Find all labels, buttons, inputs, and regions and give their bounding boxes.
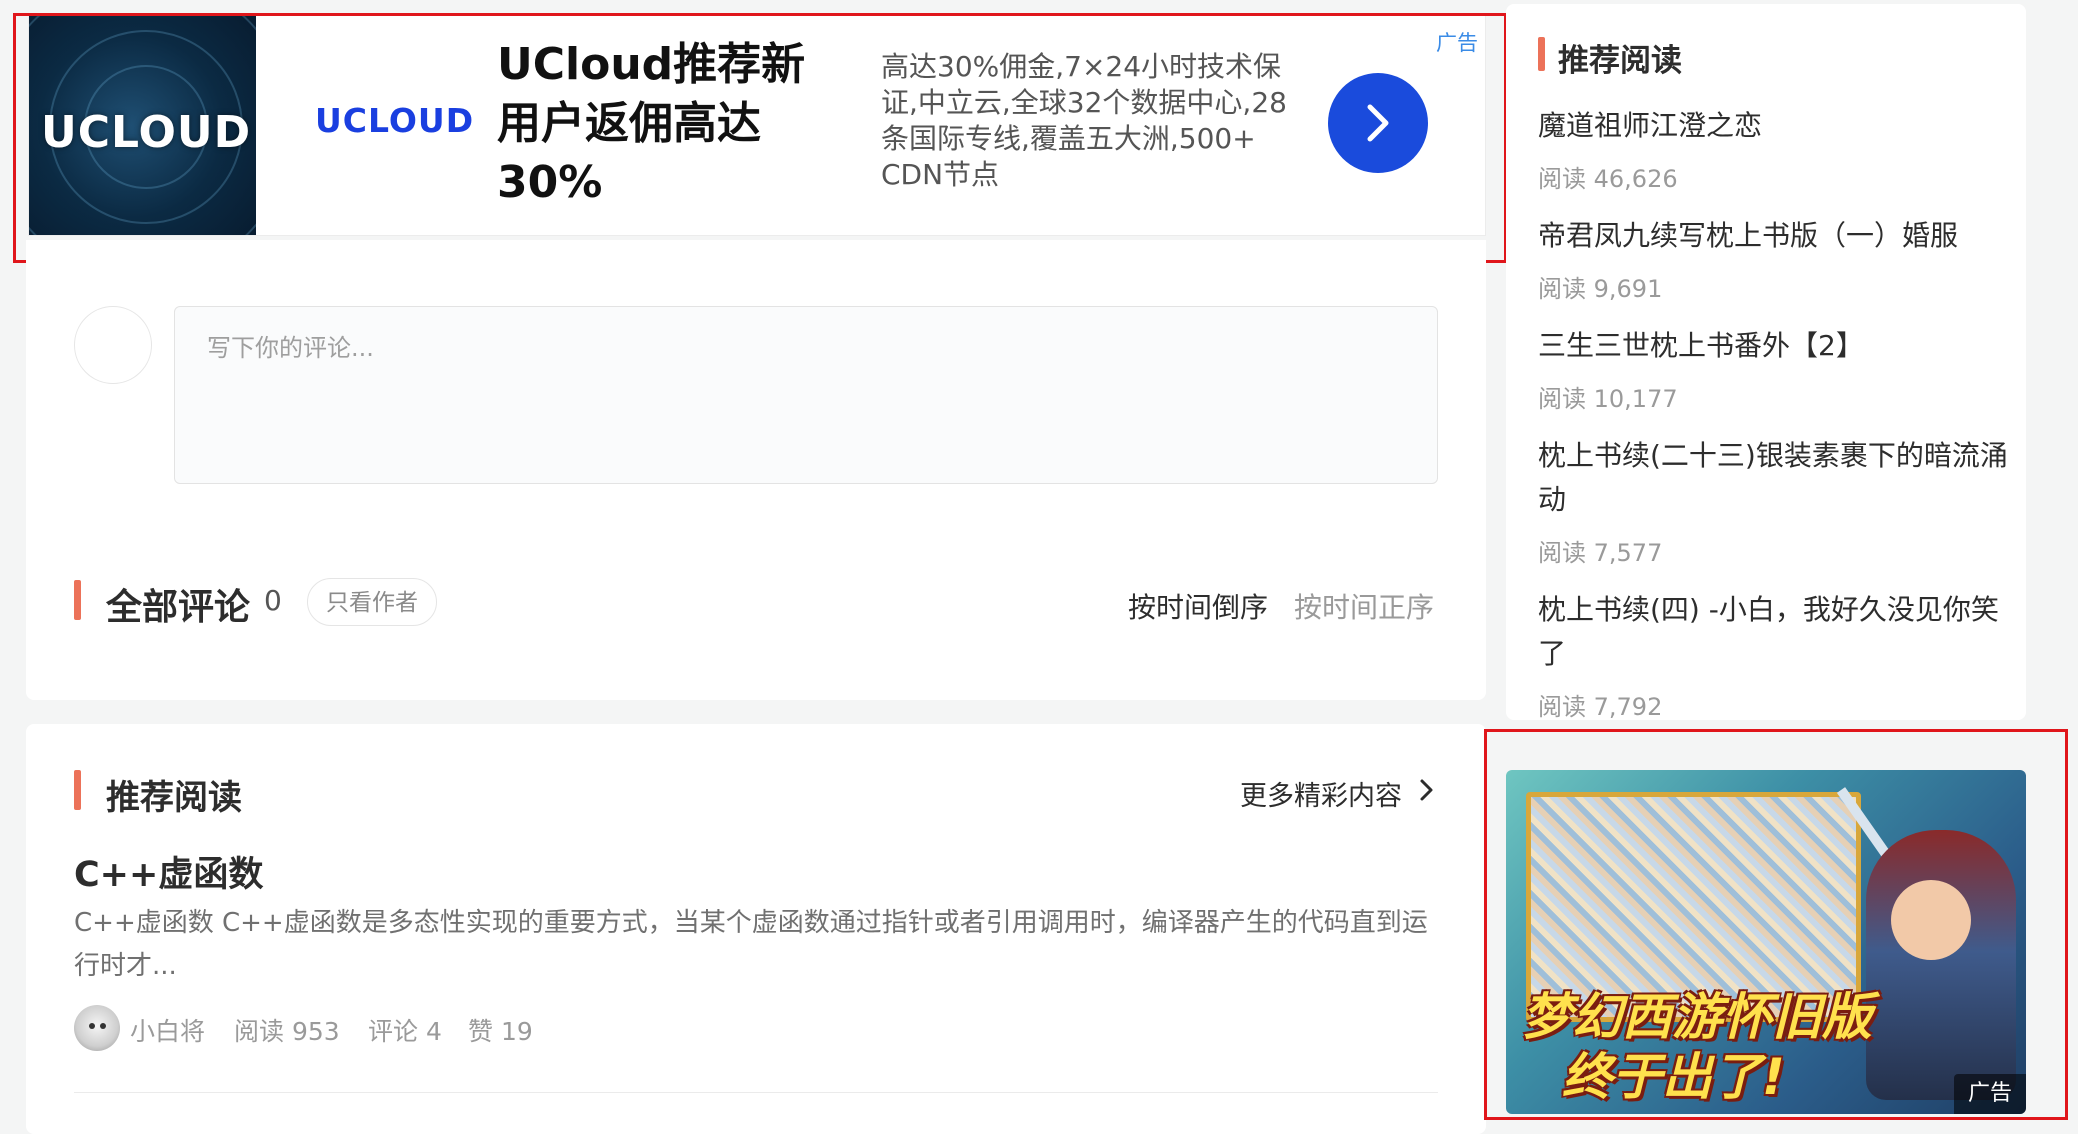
sidebar-item-meta: 阅读 7,577	[1538, 539, 1663, 567]
recommend-title: 推荐阅读	[106, 778, 242, 818]
sidebar-item-meta: 阅读 9,691	[1538, 275, 1663, 303]
sidebar-item-title[interactable]: 三生三世枕上书番外【2】	[1538, 324, 2008, 368]
section-accent-bar	[74, 580, 81, 620]
sort-asc-button[interactable]: 按时间正序	[1294, 586, 1434, 626]
article-comments: 评论 4	[368, 1017, 442, 1046]
section-accent-bar	[74, 770, 81, 810]
all-comments-title: 全部评论	[106, 587, 251, 628]
comment-box[interactable]	[174, 306, 1438, 484]
article-title[interactable]: C++虚函数	[74, 846, 263, 897]
author-only-button[interactable]: 只看作者	[307, 578, 437, 626]
sidebar-item-meta: 阅读 7,792	[1538, 693, 1663, 721]
author-avatar[interactable]	[74, 1005, 120, 1051]
article-reads: 阅读 953	[234, 1017, 340, 1046]
sidebar-item-title[interactable]: 帝君凤九续写枕上书版（一）婚服	[1538, 214, 2008, 258]
ad-highlight-frame	[1484, 729, 2068, 1120]
user-avatar	[74, 306, 152, 384]
sidebar-item-meta: 阅读 46,626	[1538, 165, 1678, 193]
sidebar-item-title[interactable]: 枕上书续(二十三)银装素裹下的暗流涌动	[1538, 434, 2008, 522]
divider	[74, 1092, 1438, 1093]
article-likes: 赞 19	[468, 1017, 533, 1046]
article-author[interactable]: 小白将	[130, 1012, 205, 1048]
sort-desc-button[interactable]: 按时间倒序	[1128, 586, 1268, 626]
sidebar-title: 推荐阅读	[1558, 43, 1682, 79]
article-excerpt[interactable]: C++虚函数 C++虚函数是多态性实现的重要方式，当某个虚函数通过指针或者引用调…	[74, 902, 1444, 988]
section-accent-bar	[1538, 37, 1545, 71]
ad-highlight-frame	[13, 13, 1507, 263]
comment-count: 0	[264, 584, 282, 617]
chevron-right-icon[interactable]	[1416, 777, 1438, 803]
more-content-link[interactable]: 更多精彩内容	[1240, 774, 1402, 813]
sidebar-item-title[interactable]: 魔道祖师江澄之恋	[1538, 104, 2008, 148]
sidebar-item-title[interactable]: 枕上书续(四) -小白，我好久没见你笑了	[1538, 588, 2008, 676]
sidebar-item-meta: 阅读 10,177	[1538, 385, 1678, 413]
comment-input[interactable]	[207, 333, 1397, 363]
